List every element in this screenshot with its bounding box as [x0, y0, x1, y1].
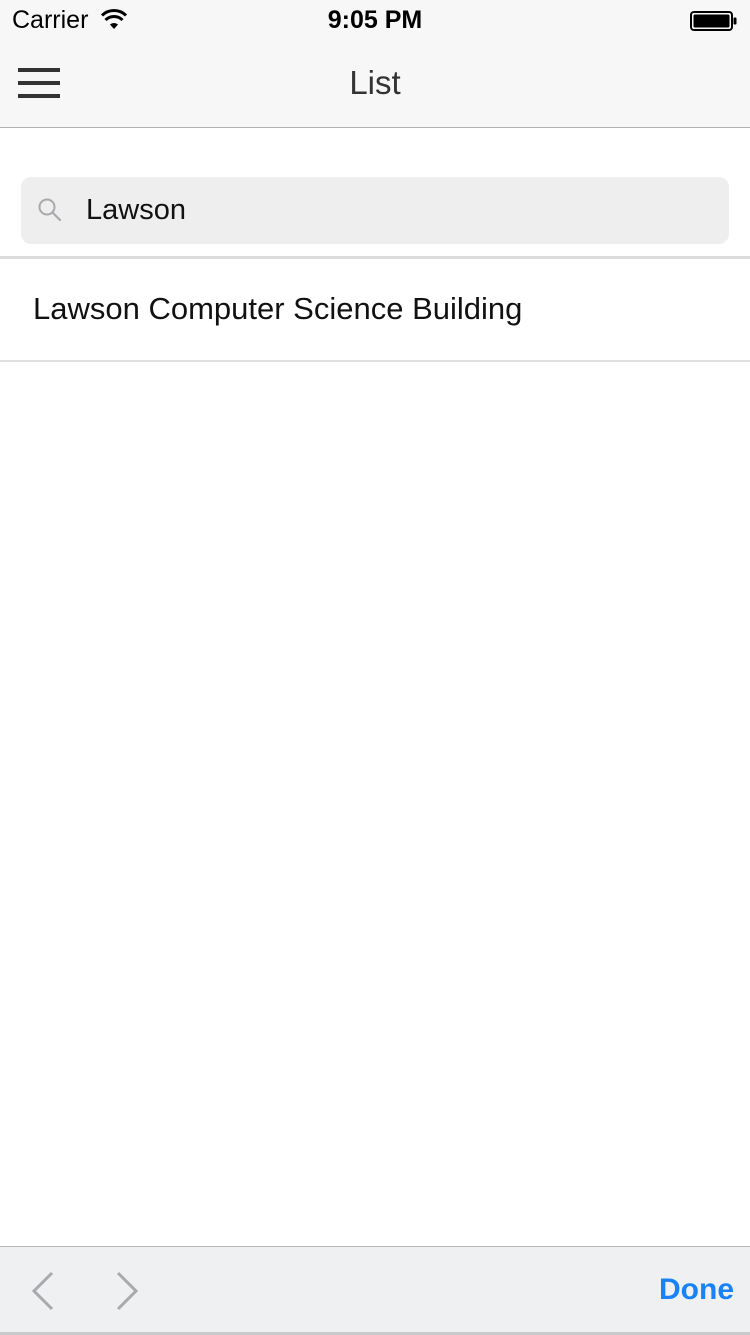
chevron-right-icon[interactable]: [112, 1269, 142, 1313]
search-icon: [38, 198, 62, 222]
nav-bar: List: [0, 40, 750, 128]
done-button[interactable]: Done: [659, 1273, 734, 1307]
battery-icon: [690, 11, 737, 31]
status-time: 9:05 PM: [327, 6, 423, 34]
chevron-left-icon[interactable]: [28, 1269, 58, 1313]
list-item-label: Lawson Computer Science Building: [33, 291, 523, 326]
keyboard-toolbar: Done: [0, 1246, 750, 1335]
page-title: List: [349, 64, 401, 101]
search-input[interactable]: [86, 177, 706, 244]
results-list: Lawson Computer Science Building: [0, 258, 750, 362]
search-bar: [0, 128, 750, 259]
search-field[interactable]: [21, 177, 729, 244]
list-item[interactable]: Lawson Computer Science Building: [0, 258, 750, 362]
status-bar: Carrier 9:05 PM: [0, 0, 750, 40]
